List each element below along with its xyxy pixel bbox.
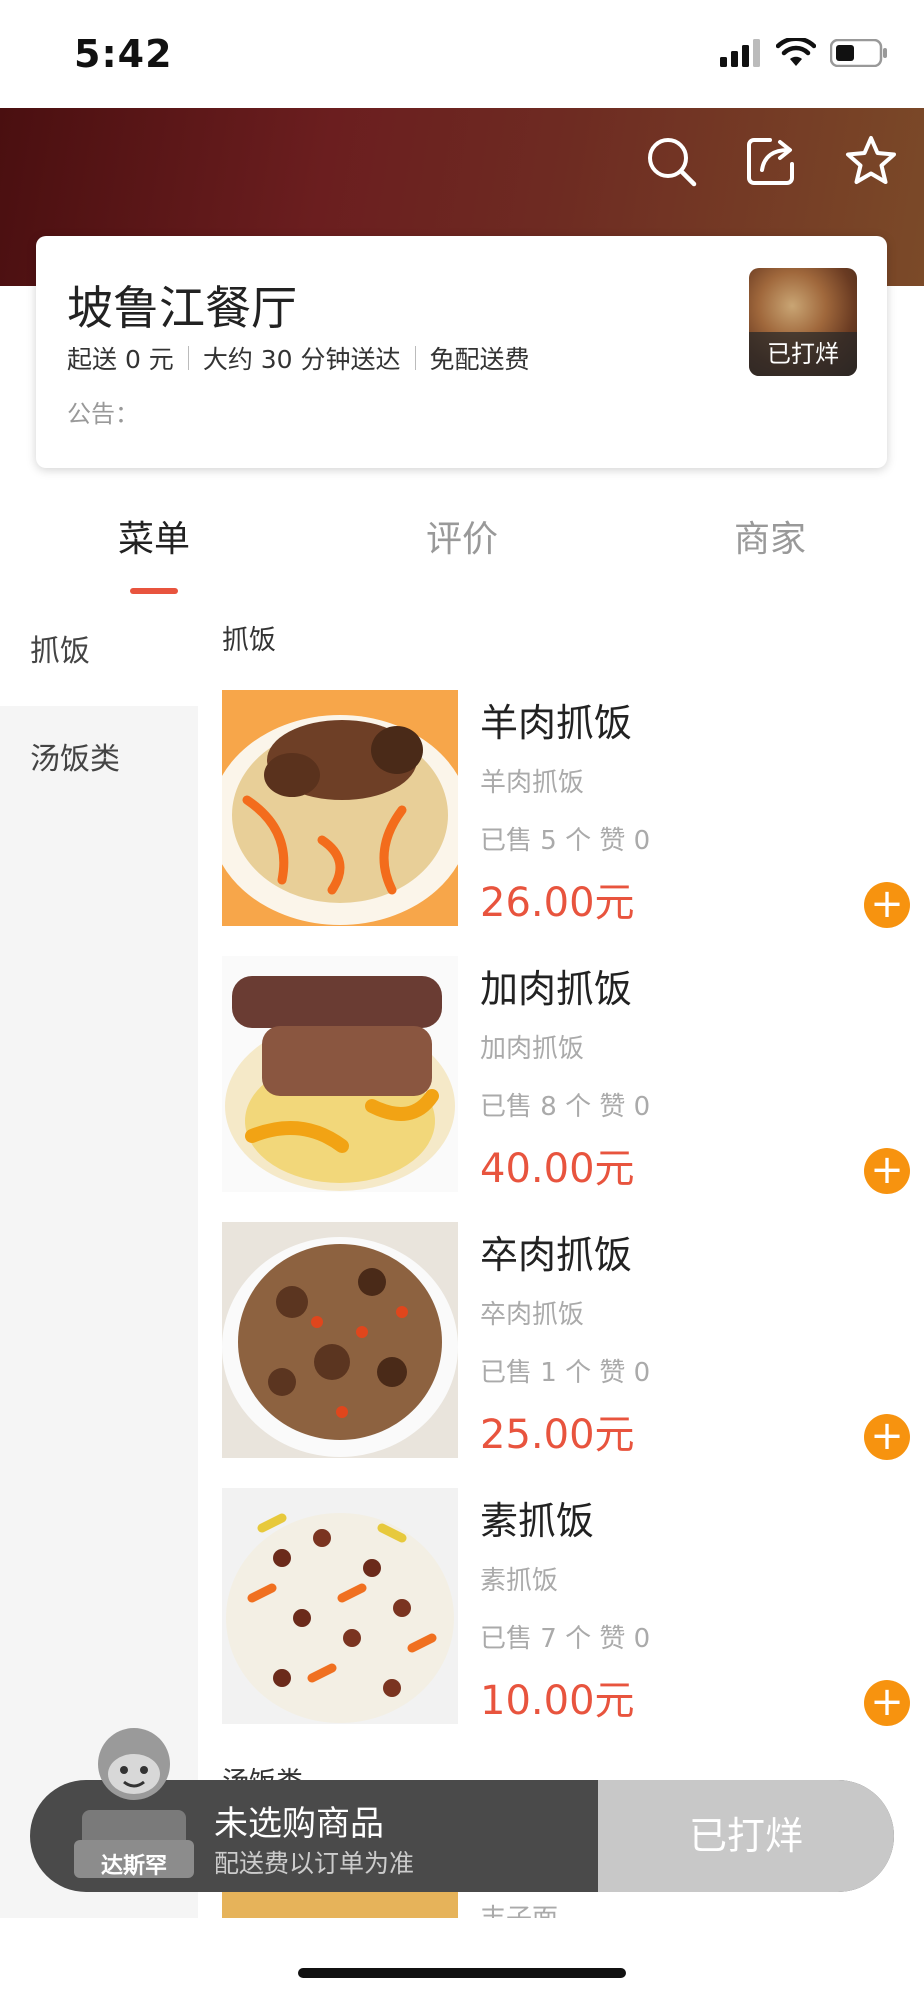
dish-name: 素抓饭 — [480, 1499, 595, 1543]
tab-menu[interactable]: 菜单 — [54, 510, 254, 562]
sidebar-item-tangfan[interactable]: 汤饭类 — [0, 706, 198, 814]
store-logo: 已打烊 — [749, 268, 857, 376]
divider — [187, 346, 189, 370]
tab-bar: 菜单 评价 商家 — [0, 480, 924, 599]
dish-name: 加肉抓饭 — [480, 967, 633, 1011]
tab-merchant[interactable]: 商家 — [670, 510, 870, 562]
wifi-icon — [776, 38, 816, 66]
home-indicator[interactable] — [298, 1968, 626, 1978]
list-item[interactable]: 加肉抓饭 加肉抓饭 已售 8 个 赞 0 40.00元 + — [222, 956, 910, 1194]
min-order-text: 起送 0 元 — [67, 345, 174, 374]
delivery-fee-text: 免配送费 — [429, 345, 530, 374]
tab-reviews[interactable]: 评价 — [362, 510, 562, 562]
list-item[interactable]: 羊肉抓饭 羊肉抓饭 已售 5 个 赞 0 26.00元 + — [222, 690, 910, 928]
menu-list: 抓饭 羊肉抓饭 羊肉抓饭 已售 5 个 赞 0 26.00元 + 加肉抓饭 加肉… — [198, 598, 924, 1918]
dish-sales: 已售 8 个 赞 0 — [480, 1092, 651, 1122]
share-icon[interactable] — [744, 134, 798, 188]
status-icons — [720, 38, 888, 68]
dish-price: 40.00元 — [480, 1146, 635, 1192]
delivery-time-text: 大约 30 分钟送达 — [202, 345, 401, 374]
list-item[interactable]: 卒肉抓饭 卒肉抓饭 已售 1 个 赞 0 25.00元 + — [222, 1222, 910, 1460]
battery-icon — [830, 39, 887, 67]
status-time: 5:42 — [74, 32, 173, 76]
dish-description: 卒肉抓饭 — [480, 1300, 585, 1330]
delivery-mascot[interactable]: 达斯罕 — [74, 1722, 194, 1879]
dish-price: 26.00元 — [480, 880, 635, 926]
dish-sales: 已售 5 个 赞 0 — [480, 826, 651, 856]
search-icon[interactable] — [644, 134, 698, 188]
dish-description: 羊肉抓饭 — [480, 768, 585, 798]
section-title: 抓饭 — [222, 625, 276, 656]
add-to-cart-button[interactable]: + — [864, 1148, 910, 1194]
favorite-star-icon[interactable] — [844, 134, 898, 188]
status-bar: 5:42 — [0, 0, 924, 108]
signal-icon — [720, 39, 760, 67]
checkout-button[interactable]: 已打烊 — [598, 1780, 894, 1892]
divider — [414, 346, 416, 370]
sidebar-item-zhuafan[interactable]: 抓饭 — [0, 598, 198, 706]
store-notice: 公告： — [67, 400, 139, 428]
dish-name: 丰子面 — [480, 1898, 558, 1918]
dish-name: 羊肉抓饭 — [480, 701, 633, 745]
dish-image — [222, 1890, 458, 1918]
store-name: 坡鲁江餐厅 — [67, 281, 297, 335]
dish-image — [222, 690, 458, 926]
dish-sales: 已售 7 个 赞 0 — [480, 1624, 651, 1654]
mascot-label: 达斯罕 — [100, 1854, 167, 1879]
cart-status-text: 未选购商品 — [214, 1804, 384, 1844]
dish-description: 素抓饭 — [480, 1566, 559, 1596]
header-actions — [644, 134, 898, 188]
store-info-card: 坡鲁江餐厅 起送 0 元 大约 30 分钟送达 免配送费 公告： 已打烊 — [36, 236, 887, 468]
closed-badge: 已打烊 — [749, 332, 857, 376]
dish-price: 10.00元 — [480, 1678, 635, 1724]
dish-image — [222, 1488, 458, 1724]
list-item[interactable]: 素抓饭 素抓饭 已售 7 个 赞 0 10.00元 + — [222, 1488, 910, 1726]
dish-image — [222, 1222, 458, 1458]
dish-image — [222, 956, 458, 1192]
dish-name: 卒肉抓饭 — [480, 1233, 633, 1277]
add-to-cart-button[interactable]: + — [864, 1414, 910, 1460]
category-sidebar: 抓饭 汤饭类 — [0, 598, 198, 1918]
cart-delivery-note: 配送费以订单为准 — [214, 1849, 415, 1878]
dish-description: 加肉抓饭 — [480, 1034, 585, 1064]
dish-price: 25.00元 — [480, 1412, 635, 1458]
add-to-cart-button[interactable]: + — [864, 882, 910, 928]
active-tab-indicator — [130, 588, 178, 594]
dish-sales: 已售 1 个 赞 0 — [480, 1358, 651, 1388]
store-delivery-info: 起送 0 元 大约 30 分钟送达 免配送费 — [67, 340, 530, 376]
add-to-cart-button[interactable]: + — [864, 1680, 910, 1726]
